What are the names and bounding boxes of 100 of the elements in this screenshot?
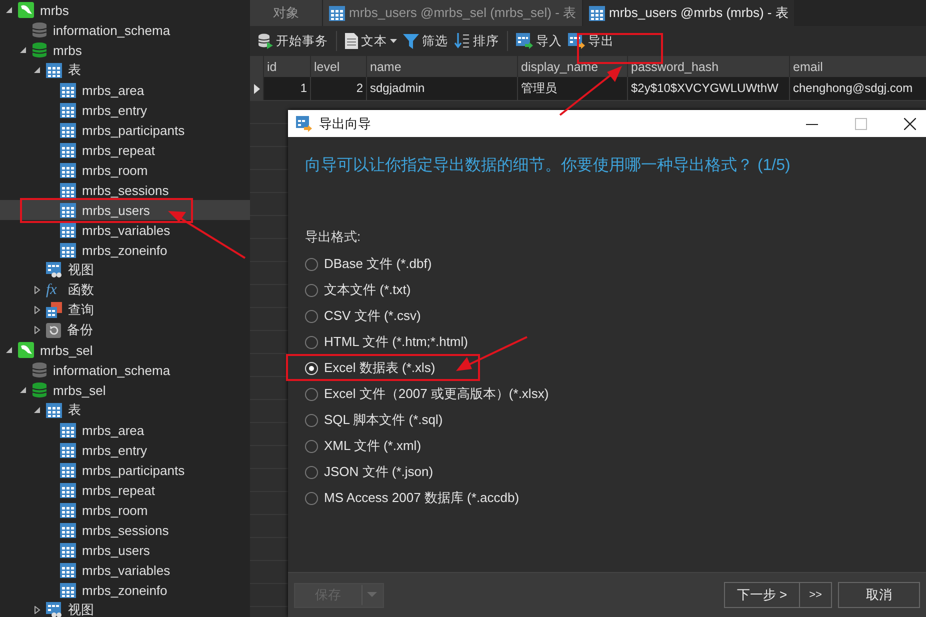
tree-item[interactable]: mrbs <box>0 0 250 20</box>
database-icon <box>258 33 273 49</box>
tree-item[interactable]: information_schema <box>0 360 250 380</box>
close-icon[interactable] <box>904 118 916 130</box>
format-option[interactable]: DBase 文件 (*.dbf) <box>305 251 909 277</box>
radio-button[interactable] <box>305 440 318 452</box>
radio-button[interactable] <box>305 258 318 270</box>
table-icon <box>46 62 62 78</box>
format-option[interactable]: MS Access 2007 数据库 (*.accdb) <box>305 485 909 511</box>
table-icon <box>60 422 76 438</box>
format-label: SQL 脚本文件 (*.sql) <box>324 411 443 429</box>
collapse-icon[interactable] <box>5 6 13 14</box>
tree-item[interactable]: 查询 <box>0 300 250 320</box>
table-cell: chenghong@sdgj.com <box>790 77 926 100</box>
tree-item[interactable]: mrbs_zoneinfo <box>0 240 250 260</box>
tree-item[interactable]: mrbs_variables <box>0 560 250 580</box>
table-cell: 1 <box>264 77 311 100</box>
toolbar-button[interactable]: 导出 <box>566 30 616 52</box>
finish-button[interactable]: >> <box>800 582 832 608</box>
table-icon <box>60 442 76 458</box>
tree-item[interactable]: mrbs_participants <box>0 120 250 140</box>
connection-icon <box>18 2 34 18</box>
table-export-icon <box>568 33 585 49</box>
expand-icon[interactable] <box>33 286 41 294</box>
tree-item[interactable]: mrbs_users <box>0 200 250 220</box>
format-option[interactable]: Excel 数据表 (*.xls) <box>305 355 909 381</box>
function-icon: fx <box>46 282 62 298</box>
table-icon <box>589 6 606 20</box>
format-option[interactable]: 文本文件 (*.txt) <box>305 277 909 303</box>
format-label: Excel 数据表 (*.xls) <box>324 359 436 377</box>
toolbar-button[interactable]: 排序 <box>452 30 501 52</box>
format-option[interactable]: XML 文件 (*.xml) <box>305 433 909 459</box>
collapse-icon[interactable] <box>19 386 27 394</box>
query-icon <box>46 302 62 318</box>
tree-item[interactable]: 备份 <box>0 320 250 340</box>
connection-icon <box>18 342 34 358</box>
format-option[interactable]: HTML 文件 (*.htm;*.html) <box>305 329 909 355</box>
radio-button[interactable] <box>305 284 318 296</box>
format-label: JSON 文件 (*.json) <box>324 463 434 481</box>
table-icon <box>60 122 76 138</box>
expand-icon[interactable] <box>33 306 41 314</box>
table-icon <box>60 542 76 558</box>
table-icon <box>60 562 76 578</box>
tree-item[interactable]: mrbs_zoneinfo <box>0 580 250 600</box>
tab[interactable]: mrbs_users @mrbs_sel (mrbs_sel) - 表 <box>323 0 584 26</box>
radio-button[interactable] <box>305 310 318 322</box>
radio-button[interactable] <box>305 492 318 504</box>
tree-item[interactable]: mrbs_repeat <box>0 480 250 500</box>
tab[interactable]: 对象 <box>250 0 323 26</box>
tree-item[interactable]: mrbs_variables <box>0 220 250 240</box>
toolbar-button[interactable]: 导入 <box>514 30 564 52</box>
table-cell: sdgjadmin <box>367 77 518 100</box>
expand-icon[interactable] <box>33 326 41 334</box>
tree-item[interactable]: mrbs_sessions <box>0 520 250 540</box>
backup-icon <box>46 322 61 338</box>
tree-item[interactable]: 表 <box>0 60 250 80</box>
tree-item[interactable]: mrbs_users <box>0 540 250 560</box>
toolbar-button[interactable]: 开始事务 <box>256 30 330 52</box>
tree-item[interactable]: 视图 <box>0 260 250 280</box>
tree-item[interactable]: mrbs_room <box>0 500 250 520</box>
tree-item[interactable]: mrbs_room <box>0 160 250 180</box>
tree-item[interactable]: mrbs_entry <box>0 100 250 120</box>
radio-button[interactable] <box>305 388 318 400</box>
tree-item[interactable]: mrbs_area <box>0 80 250 100</box>
tree-item[interactable]: 表 <box>0 400 250 420</box>
collapse-icon[interactable] <box>33 406 41 414</box>
tree-item[interactable]: fx 函数 <box>0 280 250 300</box>
format-option[interactable]: JSON 文件 (*.json) <box>305 459 909 485</box>
table-icon <box>60 182 76 198</box>
tab[interactable]: mrbs_users @mrbs (mrbs) - 表 <box>583 0 796 26</box>
toolbar-button[interactable]: 文本 <box>343 30 399 52</box>
tree-item[interactable]: mrbs <box>0 40 250 60</box>
tree-item[interactable]: mrbs_sel <box>0 340 250 360</box>
table-icon <box>60 582 76 598</box>
tree-item[interactable]: mrbs_entry <box>0 440 250 460</box>
radio-button[interactable] <box>305 466 318 478</box>
format-option[interactable]: SQL 脚本文件 (*.sql) <box>305 407 909 433</box>
format-label: MS Access 2007 数据库 (*.accdb) <box>324 489 520 507</box>
tree-item[interactable]: mrbs_participants <box>0 460 250 480</box>
format-option[interactable]: Excel 文件（2007 或更高版本）(*.xlsx) <box>305 381 909 407</box>
tree-item[interactable]: mrbs_area <box>0 420 250 440</box>
tree-item[interactable]: mrbs_repeat <box>0 140 250 160</box>
format-option[interactable]: CSV 文件 (*.csv) <box>305 303 909 329</box>
radio-button[interactable] <box>305 336 318 348</box>
table-icon <box>60 102 76 118</box>
collapse-icon[interactable] <box>5 346 13 354</box>
collapse-icon[interactable] <box>33 66 41 74</box>
view-icon <box>46 262 62 278</box>
tree-item[interactable]: 视图 <box>0 600 250 617</box>
radio-button[interactable] <box>305 414 318 426</box>
toolbar-button[interactable]: 筛选 <box>401 30 450 52</box>
collapse-icon[interactable] <box>19 46 27 54</box>
format-label: DBase 文件 (*.dbf) <box>324 255 432 273</box>
table-icon <box>46 402 62 418</box>
expand-icon[interactable] <box>33 606 41 614</box>
cancel-button[interactable]: 取消 <box>838 582 920 608</box>
tree-item[interactable]: information_schema <box>0 20 250 40</box>
next-button[interactable]: 下一步 > <box>724 582 800 608</box>
tree-item[interactable]: mrbs_sel <box>0 380 250 400</box>
tree-item[interactable]: mrbs_sessions <box>0 180 250 200</box>
